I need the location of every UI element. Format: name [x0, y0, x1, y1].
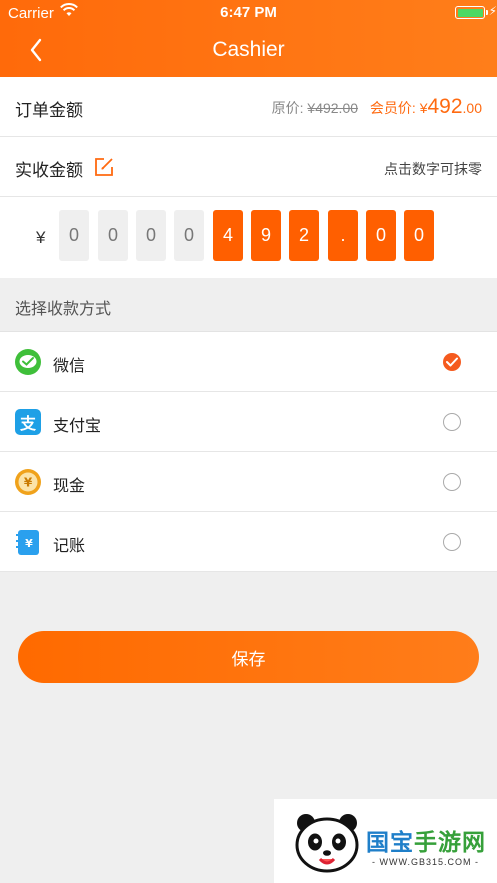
payment-option-cash[interactable]: ¥ 现金	[0, 452, 497, 512]
site-watermark: 国宝手游网 - WWW.GB315.COM -	[274, 799, 497, 883]
ledger-book-icon: ¥	[14, 528, 42, 556]
payment-section-header: 选择收款方式	[0, 278, 497, 332]
amount-digit[interactable]: 0	[59, 210, 89, 261]
battery-icon	[455, 6, 488, 19]
amount-digits-row: ¥ 0 0 0 0 4 9 2 . 0 0	[0, 197, 497, 278]
page-title: Cashier	[212, 38, 285, 61]
watermark-name-a: 国宝	[366, 829, 414, 855]
svg-text:¥: ¥	[24, 476, 33, 490]
save-button[interactable]: 保存	[18, 631, 479, 683]
received-amount-row: 实收金额 点击数字可抹零	[0, 137, 497, 197]
amount-digit[interactable]: 9	[251, 210, 281, 261]
watermark-name-b: 手游网	[414, 829, 486, 855]
amount-digit[interactable]: 4	[213, 210, 243, 261]
radio-selected[interactable]	[443, 353, 461, 371]
payment-option-label: 现金	[53, 478, 86, 495]
watermark-url: - WWW.GB315.COM -	[372, 857, 479, 867]
radio-unselected[interactable]	[443, 473, 461, 491]
member-price-decimal: .00	[462, 100, 482, 116]
order-amount-row: 订单金额 原价: ¥492.00 会员价: ¥492.00	[0, 77, 497, 137]
order-amount-label: 订单金额	[15, 101, 83, 120]
payment-option-label: 支付宝	[53, 418, 102, 435]
svg-text:¥: ¥	[25, 537, 33, 550]
payment-option-alipay[interactable]: 支 支付宝	[0, 392, 497, 452]
radio-unselected[interactable]	[443, 413, 461, 431]
price-summary: 原价: ¥492.00 会员价: ¥492.00	[272, 95, 482, 119]
original-price-label: 原价:	[271, 100, 304, 116]
edit-icon[interactable]	[93, 156, 115, 178]
round-down-hint: 点击数字可抹零	[384, 161, 482, 177]
member-price-label: 会员价:	[369, 100, 416, 116]
payment-section-title: 选择收款方式	[15, 301, 112, 318]
status-bar: Carrier 6:47 PM ⚡	[0, 0, 497, 26]
panda-logo-icon	[292, 809, 364, 880]
wechat-icon	[14, 348, 42, 376]
svg-text:支: 支	[19, 414, 37, 433]
clock: 6:47 PM	[220, 4, 277, 21]
alipay-icon: 支	[14, 408, 42, 436]
received-amount-label: 实收金额	[15, 161, 83, 180]
amount-digit[interactable]: 0	[366, 210, 396, 261]
radio-unselected[interactable]	[443, 533, 461, 551]
cash-coin-icon: ¥	[14, 468, 42, 496]
amount-digit[interactable]: 2	[289, 210, 319, 261]
amount-digit[interactable]: 0	[174, 210, 204, 261]
payment-option-ledger[interactable]: ¥ 记账	[0, 512, 497, 572]
amount-digit[interactable]: 0	[98, 210, 128, 261]
amount-digit[interactable]: 0	[136, 210, 166, 261]
amount-decimal-point[interactable]: .	[328, 210, 358, 261]
amount-currency-symbol: ¥	[36, 228, 46, 247]
payment-option-label: 记账	[53, 538, 86, 555]
payment-option-wechat[interactable]: 微信	[0, 332, 497, 392]
member-price-integer: 492	[427, 95, 463, 118]
watermark-name: 国宝手游网	[366, 823, 486, 857]
amount-digit[interactable]: 0	[404, 210, 434, 261]
header-bar: Carrier 6:47 PM ⚡ Cashier	[0, 0, 497, 77]
charging-icon: ⚡	[488, 4, 497, 18]
check-icon	[446, 357, 458, 367]
payment-option-label: 微信	[53, 358, 86, 375]
original-price: ¥492.00	[307, 100, 359, 116]
